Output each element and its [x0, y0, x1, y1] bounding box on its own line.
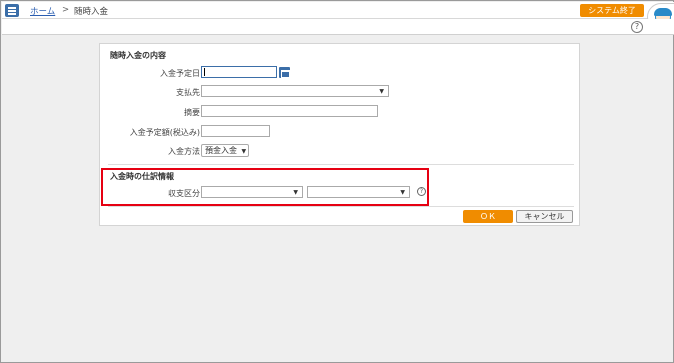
breadcrumb-home-link[interactable]: ホーム [30, 5, 55, 17]
calendar-icon[interactable] [279, 67, 290, 78]
scheduled-date-label: 入金予定日 [160, 69, 200, 78]
payment-method-select[interactable]: 預金入金 ▼ [201, 144, 249, 157]
payer-select[interactable]: ▼ [201, 85, 389, 97]
amount-input[interactable] [201, 125, 270, 137]
scheduled-date-input[interactable] [201, 66, 277, 78]
ok-button[interactable]: ＯＫ [463, 210, 513, 223]
summary-label: 摘要 [184, 108, 200, 117]
help-icon[interactable]: ? [631, 21, 643, 33]
top-bar: ホーム > 随時入金 システム終了 [2, 2, 674, 19]
section-title-content: 随時入金の内容 [110, 51, 166, 60]
chevron-down-icon: ▼ [241, 148, 247, 155]
hamburger-menu-icon[interactable] [5, 4, 19, 17]
breadcrumb-separator: > [62, 5, 70, 15]
section-divider [108, 164, 574, 165]
breadcrumb-current: 随時入金 [74, 7, 109, 17]
sub-toolbar: ? [2, 19, 674, 35]
amount-label: 入金予定額(税込み) [129, 128, 200, 137]
summary-input[interactable] [201, 105, 378, 117]
method-label: 入金方法 [168, 147, 200, 156]
payer-label: 支払先 [176, 88, 200, 97]
app-window: ホーム > 随時入金 システム終了 ? 随時入金の内容 入金予定日 支払先 ▼ … [0, 0, 674, 363]
payment-method-value: 預金入金 [205, 146, 237, 155]
highlight-box [101, 168, 429, 206]
cancel-button[interactable]: キャンセル [516, 210, 573, 223]
system-exit-button[interactable]: システム終了 [580, 4, 644, 17]
chevron-down-icon: ▼ [379, 88, 384, 95]
avatar-hair [654, 8, 672, 16]
section-divider-bottom [108, 206, 574, 207]
